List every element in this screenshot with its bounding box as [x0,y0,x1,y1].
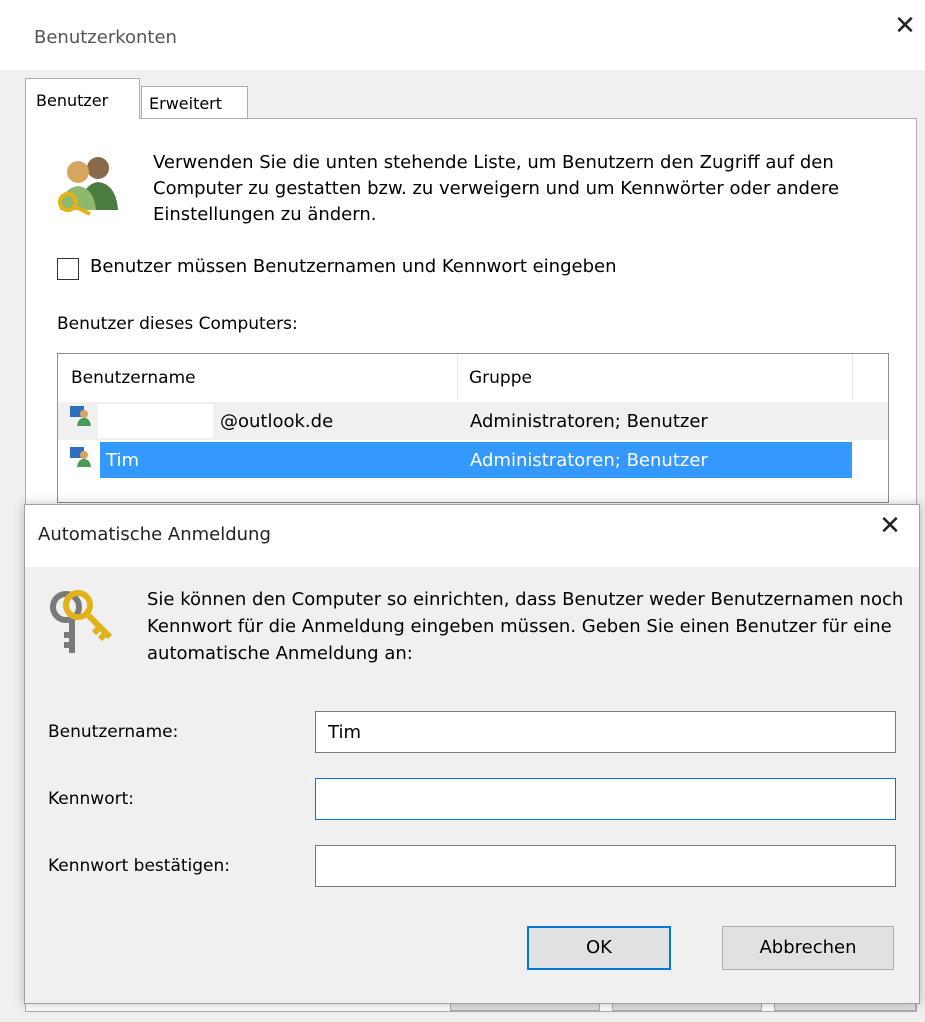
tab-erweitert[interactable]: Erweitert [141,86,248,119]
confirm-password-label: Kennwort bestätigen: [48,856,231,876]
row-group: Administratoren; Benutzer [470,411,708,432]
require-login-label[interactable]: Benutzer müssen Benutzernamen und Kennwo… [90,256,617,277]
username-field[interactable] [315,711,896,753]
user-icon [70,447,91,467]
row-group: Administratoren; Benutzer [470,450,708,471]
keys-icon [50,590,113,653]
cancel-button[interactable]: Abbrechen [722,926,894,970]
password-label: Kennwort: [48,789,134,809]
window-close-button[interactable]: ✕ [890,8,920,44]
tab-benutzer[interactable]: Benutzer [25,78,140,119]
redacted-username [98,404,213,438]
dialog-title: Automatische Anmeldung [38,524,271,545]
users-key-icon [58,157,118,216]
user-icon [70,406,91,426]
require-login-checkbox[interactable] [57,258,79,280]
password-field[interactable] [315,778,896,820]
intro-text: Verwenden Sie die unten stehende Liste, … [153,152,840,225]
username-label: Benutzername: [48,722,179,742]
column-header-group-label: Gruppe [469,368,532,388]
confirm-password-field[interactable] [315,845,896,887]
dialog-description: Sie können den Computer so einrichten, d… [147,589,904,664]
dialog-close-button[interactable]: ✕ [872,508,908,544]
ok-button[interactable]: OK [527,926,671,970]
row-username: @outlook.de [220,411,334,432]
users-list-label: Benutzer dieses Computers: [57,314,298,334]
column-header-username-label: Benutzername [71,368,196,388]
row-username: Tim [106,450,139,471]
window-title: Benutzerkonten [34,27,177,48]
